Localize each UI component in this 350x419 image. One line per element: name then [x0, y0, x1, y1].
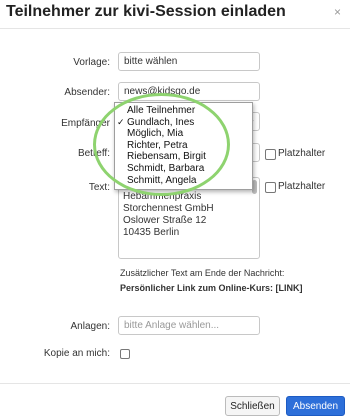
dropdown-item[interactable]: Schmitt, Angela	[115, 175, 252, 187]
empfaenger-dropdown[interactable]: Alle Teilnehmer ✓ Gundlach, Ines Möglich…	[114, 102, 253, 190]
anlagen-select[interactable]: bitte Anlage wählen...	[118, 316, 260, 335]
close-button[interactable]: Schließen	[225, 396, 280, 416]
kopie-label: Kopie an mich:	[43, 348, 110, 359]
betreff-label: Betreff:	[77, 148, 110, 159]
absender-label: Absender:	[64, 87, 110, 98]
dropdown-item[interactable]: Schmidt, Barbara	[115, 163, 252, 175]
text-label: Text:	[88, 182, 110, 193]
check-icon: ✓	[117, 116, 125, 127]
absender-field[interactable]: news@kidsgo.de	[118, 82, 260, 101]
dropdown-item-label: Möglich, Mia	[127, 128, 184, 140]
dialog-title: Teilnehmer zur kivi-Session einladen	[6, 3, 286, 20]
send-button[interactable]: Absenden	[286, 396, 345, 416]
text-line: Oslower Straße 12	[123, 215, 207, 226]
dropdown-item-label: Schmidt, Barbara	[127, 162, 205, 174]
close-icon[interactable]: ×	[334, 5, 341, 19]
dropdown-item[interactable]: Riebensam, Birgit	[115, 151, 252, 163]
dropdown-item[interactable]: Alle Teilnehmer	[115, 105, 252, 117]
vorlage-label: Vorlage:	[73, 57, 110, 68]
dropdown-item-label: Alle Teilnehmer	[127, 105, 196, 116]
dropdown-item-label: Schmitt, Angela	[127, 174, 197, 186]
kopie-checkbox[interactable]	[120, 349, 130, 359]
text-placeholder-label: Platzhalter	[278, 181, 326, 192]
text-placeholder-checkbox[interactable]	[265, 182, 276, 193]
betreff-placeholder-label: Platzhalter	[278, 148, 326, 159]
additional-text-line1: Zusätzlicher Text am Ende der Nachricht:	[120, 268, 285, 278]
dropdown-item[interactable]: Richter, Petra	[115, 140, 252, 152]
anlagen-placeholder: bitte Anlage wählen...	[124, 320, 220, 331]
anlagen-label: Anlagen:	[70, 321, 110, 332]
dropdown-item-label: Richter, Petra	[127, 139, 188, 151]
dropdown-item-label: Gundlach, Ines	[127, 116, 195, 128]
vorlage-value: bitte wählen	[124, 56, 178, 67]
dialog-footer: Schließen Absenden	[0, 383, 350, 419]
text-line: Storchennest GmbH	[123, 203, 214, 214]
dropdown-item-label: Riebensam, Birgit	[127, 151, 206, 163]
text-scrollbar[interactable]	[252, 180, 257, 256]
dialog-header: Teilnehmer zur kivi-Session einladen ×	[0, 0, 350, 29]
vorlage-select[interactable]: bitte wählen	[118, 52, 260, 71]
dropdown-item-selected[interactable]: ✓ Gundlach, Ines	[115, 117, 252, 129]
empfaenger-label: Empfänger	[61, 118, 110, 129]
absender-value: news@kidsgo.de	[124, 86, 201, 97]
betreff-placeholder-checkbox[interactable]	[265, 149, 276, 160]
dropdown-item[interactable]: Möglich, Mia	[115, 128, 252, 140]
text-line: Hebammenpraxis	[123, 191, 202, 202]
additional-text-line2: Persönlicher Link zum Online-Kurs: [LINK…	[120, 283, 303, 293]
text-line: 10435 Berlin	[123, 227, 180, 238]
